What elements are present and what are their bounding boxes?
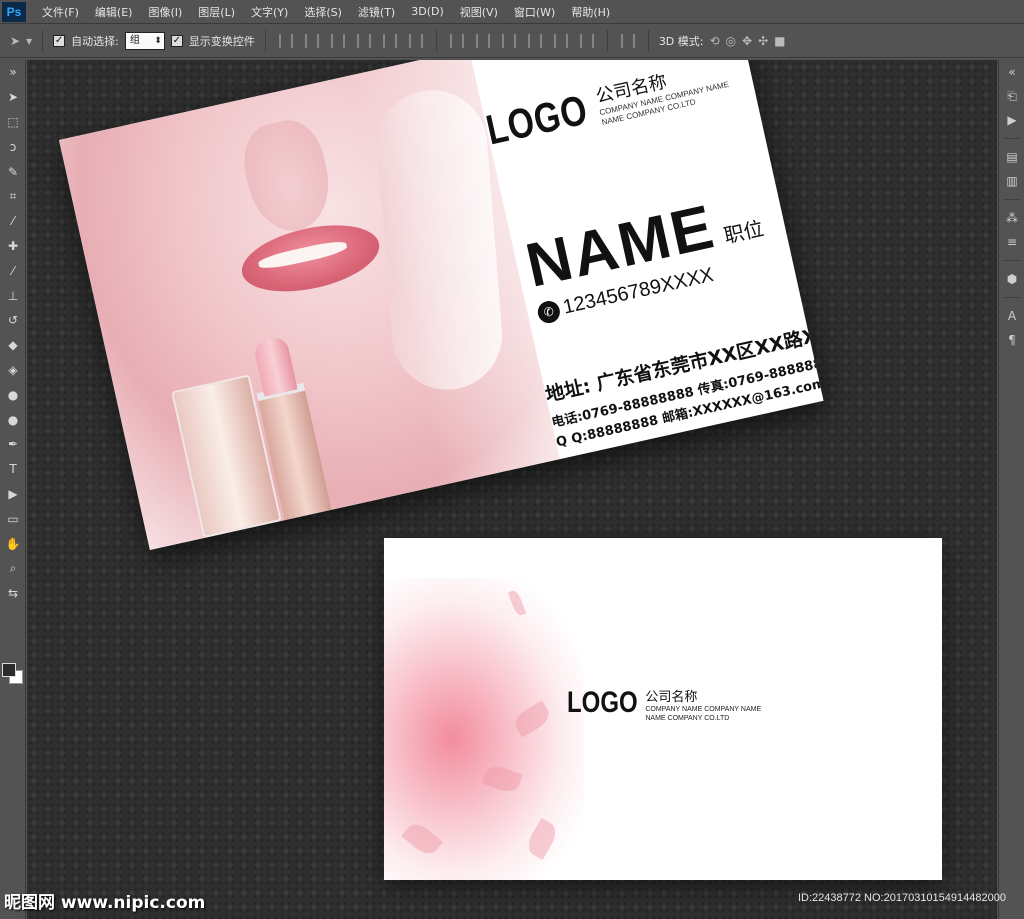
mode-3d-label: 3D 模式:: [658, 34, 704, 48]
path-select-tool-icon[interactable]: ▶: [0, 482, 26, 507]
distribute-hcenter-icon[interactable]: [553, 33, 568, 48]
slide-3d-icon[interactable]: ✣: [758, 34, 768, 48]
history-panel-icon[interactable]: ⎗: [999, 84, 1024, 108]
panel-dock: « ⎗ ▶ ▤ ▥ ⁂ ≡ ⬢ A ¶: [998, 60, 1024, 919]
type-tool-icon[interactable]: T: [0, 457, 26, 482]
pen-tool-icon[interactable]: ✒: [0, 432, 26, 457]
blur-tool-icon[interactable]: ●: [0, 382, 26, 407]
auto-select-checkbox[interactable]: ✓: [53, 34, 66, 47]
divider: [1002, 297, 1021, 298]
document-canvas[interactable]: LOGO 公司名称 COMPANY NAME COMPANY NAME NAME…: [27, 60, 997, 919]
tools-panel: » ➤ ⬚ ↄ ✎ ⌗ ⁄ ✚ ⁄ ⊥ ↺ ◆ ◈ ● ● ✒ T ▶ ▭ ✋ …: [0, 60, 26, 919]
crop-tool-icon[interactable]: ⌗: [0, 184, 26, 209]
brush-presets-icon[interactable]: ≡: [999, 230, 1024, 254]
menu-view[interactable]: 视图(V): [452, 4, 506, 20]
brush-tool-icon[interactable]: ⁄: [0, 258, 26, 283]
divider: [264, 29, 266, 52]
divider: [1002, 138, 1021, 139]
auto-align-icon[interactable]: [620, 33, 635, 48]
menu-3d[interactable]: 3D(D): [403, 5, 452, 18]
menu-edit[interactable]: 编辑(E): [87, 4, 141, 20]
phone-icon: ✆: [535, 298, 562, 325]
default-colors-icon[interactable]: ⇆: [0, 581, 26, 606]
menu-image[interactable]: 图像(I): [140, 4, 190, 20]
menu-help[interactable]: 帮助(H): [563, 4, 618, 20]
marquee-tool-icon[interactable]: ⬚: [0, 110, 26, 135]
options-bar: ➤ ▾ ✓ 自动选择: 组 ✓ 显示变换控件 3D 模式: ⟲ ◎ ✥ ✣ ■: [0, 24, 1024, 58]
back-logo: LOGO: [567, 686, 638, 719]
distribute-vcenter-icon[interactable]: [475, 33, 490, 48]
scale-3d-icon[interactable]: ■: [774, 34, 785, 48]
lasso-tool-icon[interactable]: ↄ: [0, 134, 26, 159]
eyedropper-tool-icon[interactable]: ⁄: [0, 209, 26, 234]
history-brush-tool-icon[interactable]: ↺: [0, 308, 26, 333]
photoshop-logo[interactable]: Ps: [2, 1, 26, 22]
quick-select-tool-icon[interactable]: ✎: [0, 159, 26, 184]
move-tool-preset-icon[interactable]: ➤: [10, 34, 20, 48]
collapse-icon[interactable]: »: [0, 60, 26, 85]
paint-bucket-tool-icon[interactable]: ◈: [0, 358, 26, 383]
drag-3d-icon[interactable]: ✥: [742, 34, 752, 48]
collapse-panels-icon[interactable]: «: [999, 60, 1024, 84]
adjustments-panel-icon[interactable]: ▤: [999, 145, 1024, 169]
back-company-en-1: COMPANY NAME COMPANY NAME: [645, 706, 762, 713]
back-company-en-2: NAME COMPANY CO.LTD: [645, 715, 730, 722]
3d-panel-icon[interactable]: ⬢: [999, 267, 1024, 291]
libraries-panel-icon[interactable]: ▥: [999, 169, 1024, 193]
back-logo-block: LOGO 公司名称 COMPANY NAME COMPANY NAME NAME…: [567, 686, 761, 723]
divider: [1002, 199, 1021, 200]
menu-select[interactable]: 选择(S): [296, 4, 350, 20]
business-card-front: LOGO 公司名称 COMPANY NAME COMPANY NAME NAME…: [59, 60, 824, 551]
align-bottom-icon[interactable]: [330, 33, 345, 48]
distribute-bottom-icon[interactable]: [501, 33, 516, 48]
align-hcenter-icon[interactable]: [382, 33, 397, 48]
align-right-icon[interactable]: [408, 33, 423, 48]
menu-layer[interactable]: 图层(L): [190, 4, 243, 20]
back-company-cn: 公司名称: [645, 690, 698, 705]
dodge-tool-icon[interactable]: ●: [0, 407, 26, 432]
divider: [435, 29, 437, 52]
watermark-id: ID:22438772 NO:20170310154914482000: [798, 892, 1006, 904]
brush-panel-icon[interactable]: ⁂: [999, 206, 1024, 230]
show-transform-label: 显示变换控件: [188, 34, 255, 48]
chevron-down-icon[interactable]: ▾: [26, 34, 32, 48]
character-panel-icon[interactable]: A: [999, 304, 1024, 328]
menu-type[interactable]: 文字(Y): [243, 4, 296, 20]
rotate-3d-icon[interactable]: ⟲: [709, 34, 719, 48]
business-card-back: LOGO 公司名称 COMPANY NAME COMPANY NAME NAME…: [384, 538, 942, 880]
back-company-meta: 公司名称 COMPANY NAME COMPANY NAME NAME COMP…: [645, 686, 761, 723]
distribute-right-icon[interactable]: [579, 33, 594, 48]
watermark-site: 昵图网 www.nipic.com: [4, 893, 206, 913]
rectangle-tool-icon[interactable]: ▭: [0, 506, 26, 531]
distribute-left-icon[interactable]: [527, 33, 542, 48]
person-position: 职位: [721, 215, 766, 249]
align-left-icon[interactable]: [356, 33, 371, 48]
menu-window[interactable]: 窗口(W): [506, 4, 563, 20]
align-vcenter-icon[interactable]: [304, 33, 319, 48]
move-tool-icon[interactable]: ➤: [0, 85, 26, 110]
menu-file[interactable]: 文件(F): [34, 4, 87, 20]
show-transform-checkbox[interactable]: ✓: [170, 34, 183, 47]
eraser-tool-icon[interactable]: ◆: [0, 333, 26, 358]
healing-brush-tool-icon[interactable]: ✚: [0, 234, 26, 259]
clone-stamp-tool-icon[interactable]: ⊥: [0, 283, 26, 308]
foreground-color-swatch[interactable]: [2, 663, 16, 677]
menu-bar: Ps 文件(F) 编辑(E) 图像(I) 图层(L) 文字(Y) 选择(S) 滤…: [0, 0, 1024, 24]
menu-filter[interactable]: 滤镜(T): [350, 4, 403, 20]
divider: [42, 29, 44, 52]
divider: [606, 29, 608, 52]
hand-tool-icon[interactable]: ✋: [0, 531, 26, 556]
auto-select-label: 自动选择:: [71, 34, 119, 48]
roll-3d-icon[interactable]: ◎: [726, 34, 736, 48]
auto-select-dropdown[interactable]: 组: [124, 31, 165, 50]
align-top-icon[interactable]: [278, 33, 293, 48]
actions-panel-icon[interactable]: ▶: [999, 108, 1024, 132]
paragraph-panel-icon[interactable]: ¶: [999, 328, 1024, 352]
divider: [1002, 260, 1021, 261]
distribute-top-icon[interactable]: [449, 33, 464, 48]
zoom-tool-icon[interactable]: ⌕: [0, 556, 26, 581]
divider: [647, 29, 649, 52]
front-company-meta: 公司名称 COMPANY NAME COMPANY NAME NAME COMP…: [593, 60, 732, 128]
